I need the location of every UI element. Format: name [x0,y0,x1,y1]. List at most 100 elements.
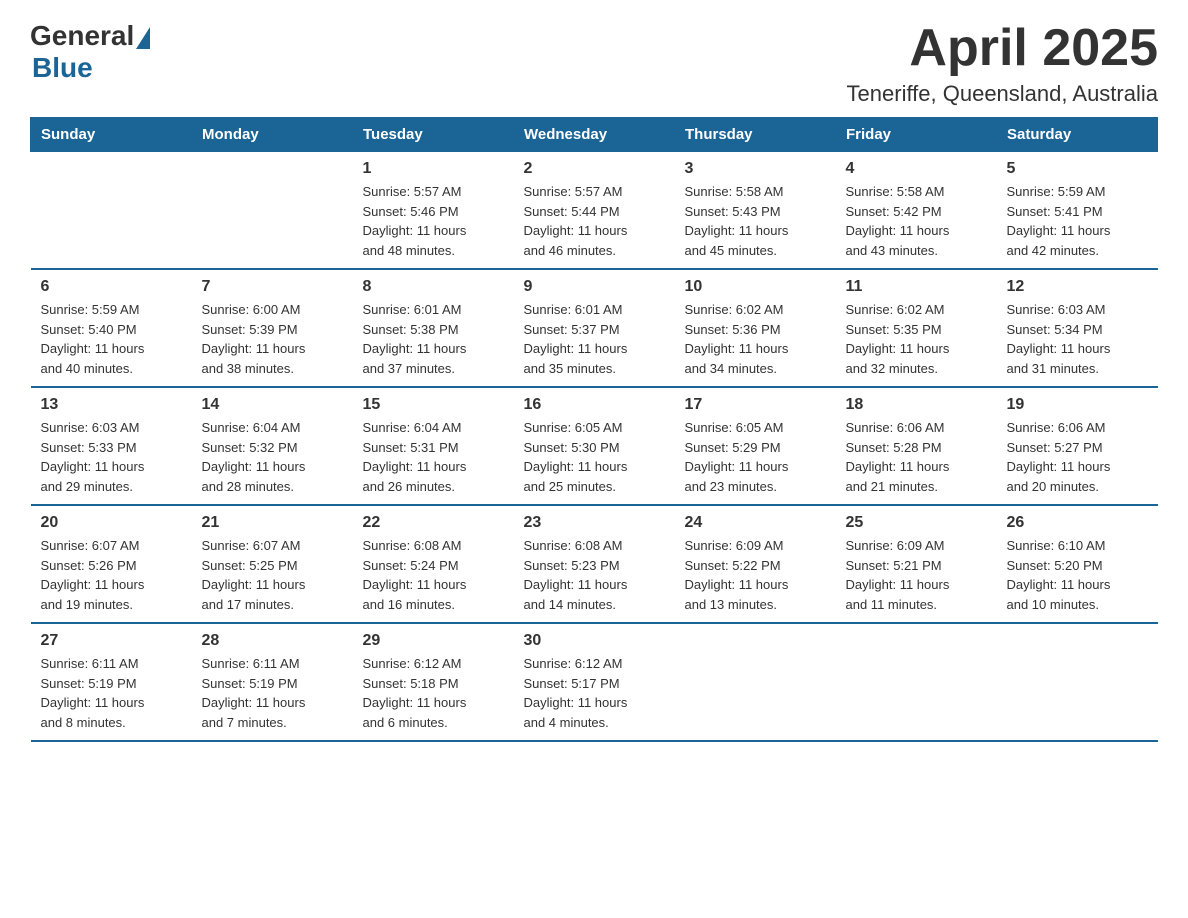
calendar-cell: 29 Sunrise: 6:12 AMSunset: 5:18 PMDayligh… [353,623,514,741]
day-info: Sunrise: 6:03 AMSunset: 5:34 PMDaylight:… [1007,300,1148,378]
day-info: Sunrise: 6:01 AMSunset: 5:38 PMDaylight:… [363,300,504,378]
day-info: Sunrise: 6:06 AMSunset: 5:28 PMDaylight:… [846,418,987,496]
day-info: Sunrise: 6:12 AMSunset: 5:18 PMDaylight:… [363,654,504,732]
day-info: Sunrise: 6:09 AMSunset: 5:22 PMDaylight:… [685,536,826,614]
day-number: 13 [41,396,182,414]
calendar-cell: 14Sunrise: 6:04 AMSunset: 5:32 PMDayligh… [192,387,353,505]
day-number: 20 [41,514,182,532]
calendar-cell: 8 Sunrise: 6:01 AMSunset: 5:38 PMDaylight… [353,269,514,387]
logo-general-text: General [30,20,134,52]
day-info: Sunrise: 6:03 AMSunset: 5:33 PMDaylight:… [41,418,182,496]
header-friday: Friday [836,118,997,152]
calendar-week-4: 20 Sunrise: 6:07 AMSunset: 5:26 PMDayligh… [31,505,1158,623]
day-info: Sunrise: 6:07 AMSunset: 5:26 PMDaylight:… [41,536,182,614]
calendar-cell: 26 Sunrise: 6:10 AMSunset: 5:20 PMDayligh… [997,505,1158,623]
calendar-cell: 22 Sunrise: 6:08 AMSunset: 5:24 PMDayligh… [353,505,514,623]
header-tuesday: Tuesday [353,118,514,152]
day-number: 24 [685,514,826,532]
calendar-cell: 1 Sunrise: 5:57 AMSunset: 5:46 PMDaylight… [353,152,514,270]
day-info: Sunrise: 6:02 AMSunset: 5:36 PMDaylight:… [685,300,826,378]
day-number: 23 [524,514,665,532]
day-info: Sunrise: 6:00 AMSunset: 5:39 PMDaylight:… [202,300,343,378]
day-number: 1 [363,160,504,178]
calendar-week-5: 27 Sunrise: 6:11 AMSunset: 5:19 PMDayligh… [31,623,1158,741]
day-number: 21 [202,514,343,532]
day-number: 12 [1007,278,1148,296]
day-info: Sunrise: 5:59 AMSunset: 5:40 PMDaylight:… [41,300,182,378]
calendar-cell: 20 Sunrise: 6:07 AMSunset: 5:26 PMDayligh… [31,505,192,623]
calendar-cell: 17Sunrise: 6:05 AMSunset: 5:29 PMDayligh… [675,387,836,505]
calendar-cell [31,152,192,270]
page-header: General Blue April 2025 Teneriffe, Queen… [30,20,1158,107]
calendar-week-3: 13 Sunrise: 6:03 AMSunset: 5:33 PMDayligh… [31,387,1158,505]
day-info: Sunrise: 6:11 AMSunset: 5:19 PMDaylight:… [41,654,182,732]
day-number: 11 [846,278,987,296]
calendar-cell: 9 Sunrise: 6:01 AMSunset: 5:37 PMDaylight… [514,269,675,387]
calendar-cell: 2 Sunrise: 5:57 AMSunset: 5:44 PMDaylight… [514,152,675,270]
day-info: Sunrise: 6:05 AMSunset: 5:30 PMDaylight:… [524,418,665,496]
calendar-cell: 7 Sunrise: 6:00 AMSunset: 5:39 PMDaylight… [192,269,353,387]
calendar-cell: 15Sunrise: 6:04 AMSunset: 5:31 PMDayligh… [353,387,514,505]
calendar-cell: 3Sunrise: 5:58 AMSunset: 5:43 PMDaylight… [675,152,836,270]
header-thursday: Thursday [675,118,836,152]
day-info: Sunrise: 6:09 AMSunset: 5:21 PMDaylight:… [846,536,987,614]
calendar-cell: 5Sunrise: 5:59 AMSunset: 5:41 PMDaylight… [997,152,1158,270]
day-number: 8 [363,278,504,296]
day-number: 2 [524,160,665,178]
day-number: 19 [1007,396,1148,414]
day-info: Sunrise: 6:08 AMSunset: 5:24 PMDaylight:… [363,536,504,614]
day-info: Sunrise: 5:58 AMSunset: 5:42 PMDaylight:… [846,182,987,260]
day-number: 18 [846,396,987,414]
calendar-cell: 6 Sunrise: 5:59 AMSunset: 5:40 PMDaylight… [31,269,192,387]
day-number: 28 [202,632,343,650]
day-number: 10 [685,278,826,296]
day-number: 9 [524,278,665,296]
day-number: 30 [524,632,665,650]
month-title: April 2025 [847,20,1158,77]
day-info: Sunrise: 6:01 AMSunset: 5:37 PMDaylight:… [524,300,665,378]
calendar-cell: 21Sunrise: 6:07 AMSunset: 5:25 PMDayligh… [192,505,353,623]
calendar-header: Sunday Monday Tuesday Wednesday Thursday… [31,118,1158,152]
day-info: Sunrise: 6:11 AMSunset: 5:19 PMDaylight:… [202,654,343,732]
calendar-cell: 12 Sunrise: 6:03 AMSunset: 5:34 PMDayligh… [997,269,1158,387]
day-number: 29 [363,632,504,650]
calendar-cell: 13 Sunrise: 6:03 AMSunset: 5:33 PMDayligh… [31,387,192,505]
day-info: Sunrise: 6:04 AMSunset: 5:32 PMDaylight:… [202,418,343,496]
day-info: Sunrise: 6:02 AMSunset: 5:35 PMDaylight:… [846,300,987,378]
calendar-cell: 18 Sunrise: 6:06 AMSunset: 5:28 PMDayligh… [836,387,997,505]
calendar-cell [997,623,1158,741]
logo-top: General [30,20,150,52]
day-info: Sunrise: 5:57 AMSunset: 5:44 PMDaylight:… [524,182,665,260]
calendar-body: 1 Sunrise: 5:57 AMSunset: 5:46 PMDaylight… [31,152,1158,742]
location-title: Teneriffe, Queensland, Australia [847,81,1158,107]
calendar-cell: 16Sunrise: 6:05 AMSunset: 5:30 PMDayligh… [514,387,675,505]
calendar-cell: 28 Sunrise: 6:11 AMSunset: 5:19 PMDayligh… [192,623,353,741]
day-number: 27 [41,632,182,650]
day-info: Sunrise: 6:06 AMSunset: 5:27 PMDaylight:… [1007,418,1148,496]
calendar-cell: 25Sunrise: 6:09 AMSunset: 5:21 PMDayligh… [836,505,997,623]
calendar-week-2: 6 Sunrise: 5:59 AMSunset: 5:40 PMDaylight… [31,269,1158,387]
day-info: Sunrise: 6:12 AMSunset: 5:17 PMDaylight:… [524,654,665,732]
calendar-cell: 10 Sunrise: 6:02 AMSunset: 5:36 PMDayligh… [675,269,836,387]
day-info: Sunrise: 6:10 AMSunset: 5:20 PMDaylight:… [1007,536,1148,614]
day-number: 22 [363,514,504,532]
day-info: Sunrise: 5:57 AMSunset: 5:46 PMDaylight:… [363,182,504,260]
header-sunday: Sunday [31,118,192,152]
calendar-cell [836,623,997,741]
calendar-cell: 19 Sunrise: 6:06 AMSunset: 5:27 PMDayligh… [997,387,1158,505]
day-number: 7 [202,278,343,296]
calendar-cell: 4Sunrise: 5:58 AMSunset: 5:42 PMDaylight… [836,152,997,270]
logo-triangle-icon [136,27,150,49]
calendar-cell: 24 Sunrise: 6:09 AMSunset: 5:22 PMDayligh… [675,505,836,623]
logo-blue-text: Blue [32,52,93,84]
day-number: 26 [1007,514,1148,532]
day-number: 3 [685,160,826,178]
calendar-cell [675,623,836,741]
day-number: 6 [41,278,182,296]
day-number: 5 [1007,160,1148,178]
header-saturday: Saturday [997,118,1158,152]
header-wednesday: Wednesday [514,118,675,152]
day-number: 15 [363,396,504,414]
logo: General Blue [30,20,150,84]
calendar-cell: 27 Sunrise: 6:11 AMSunset: 5:19 PMDayligh… [31,623,192,741]
